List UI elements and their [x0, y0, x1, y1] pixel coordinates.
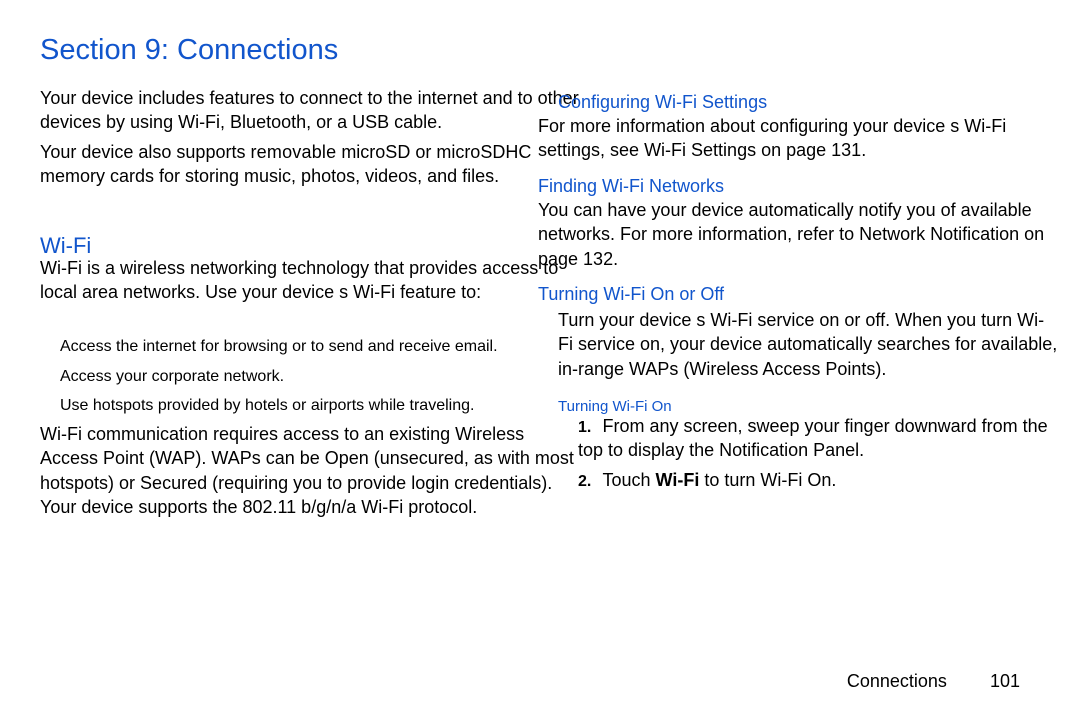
wifi-bullet-1: Access the internet for browsing or to s…	[60, 336, 620, 358]
wifi-b3-bold: or airports	[292, 397, 364, 414]
step-1-number: 1.	[578, 419, 598, 437]
step-1-text: From any screen, sweep your finger downw…	[578, 416, 1048, 460]
intro-paragraph-1: Your device includes features to connect…	[40, 86, 580, 135]
step-2-post: to turn Wi-Fi On.	[699, 470, 836, 490]
finding-heading: Finding Wi-Fi Networks	[538, 176, 724, 197]
turning-paragraph: Turn your device s Wi-Fi service on or o…	[558, 308, 1058, 381]
step-1: 1. From any screen, sweep your finger do…	[578, 414, 1058, 463]
wifi-paragraph-1: Wi-Fi is a wireless networking technolog…	[40, 256, 560, 305]
configuring-paragraph: For more information about configuring y…	[538, 114, 1048, 163]
cfg-link: Wi-Fi Settings	[644, 140, 756, 160]
turning-on-heading: Turning Wi-Fi On	[558, 398, 672, 415]
configuring-heading: Configuring Wi-Fi Settings	[558, 92, 767, 113]
footer-label: Connections	[847, 671, 947, 691]
intro-paragraph-2: Your device also supports removable micr…	[40, 140, 560, 189]
footer-page-number: 101	[990, 671, 1020, 692]
step-2-number: 2.	[578, 473, 598, 491]
intro-p2-pre: Your device also supports	[40, 142, 250, 162]
intro-p2-bold: removable	[250, 142, 336, 162]
finding-paragraph: You can have your device automatically n…	[538, 198, 1048, 271]
cfg-pre: For more information about configuring	[538, 116, 853, 136]
find-link: Network Notification	[859, 224, 1019, 244]
step-2-bold: Wi-Fi	[656, 470, 700, 490]
wifi-bullet-2: Access your corporate network.	[60, 366, 580, 388]
wifi-paragraph-2: Wi-Fi communication requires access to a…	[40, 422, 580, 519]
cfg-post: on page 131.	[756, 140, 866, 160]
wifi-b3-post: while traveling.	[364, 397, 474, 414]
page-footer: Connections 101	[847, 671, 1020, 692]
step-2-pre: Touch	[602, 470, 655, 490]
turning-heading: Turning Wi-Fi On or Off	[538, 284, 724, 305]
document-page: Section 9: Connections Your device inclu…	[0, 0, 1080, 720]
wifi-b3-pre: Use hotspots provided by hotels	[60, 397, 292, 414]
section-title: Section 9: Connections	[40, 34, 1040, 67]
wifi-bullet-3: Use hotspots provided by hotels or airpo…	[60, 395, 580, 417]
step-2: 2. Touch Wi-Fi to turn Wi-Fi On.	[578, 468, 1058, 492]
